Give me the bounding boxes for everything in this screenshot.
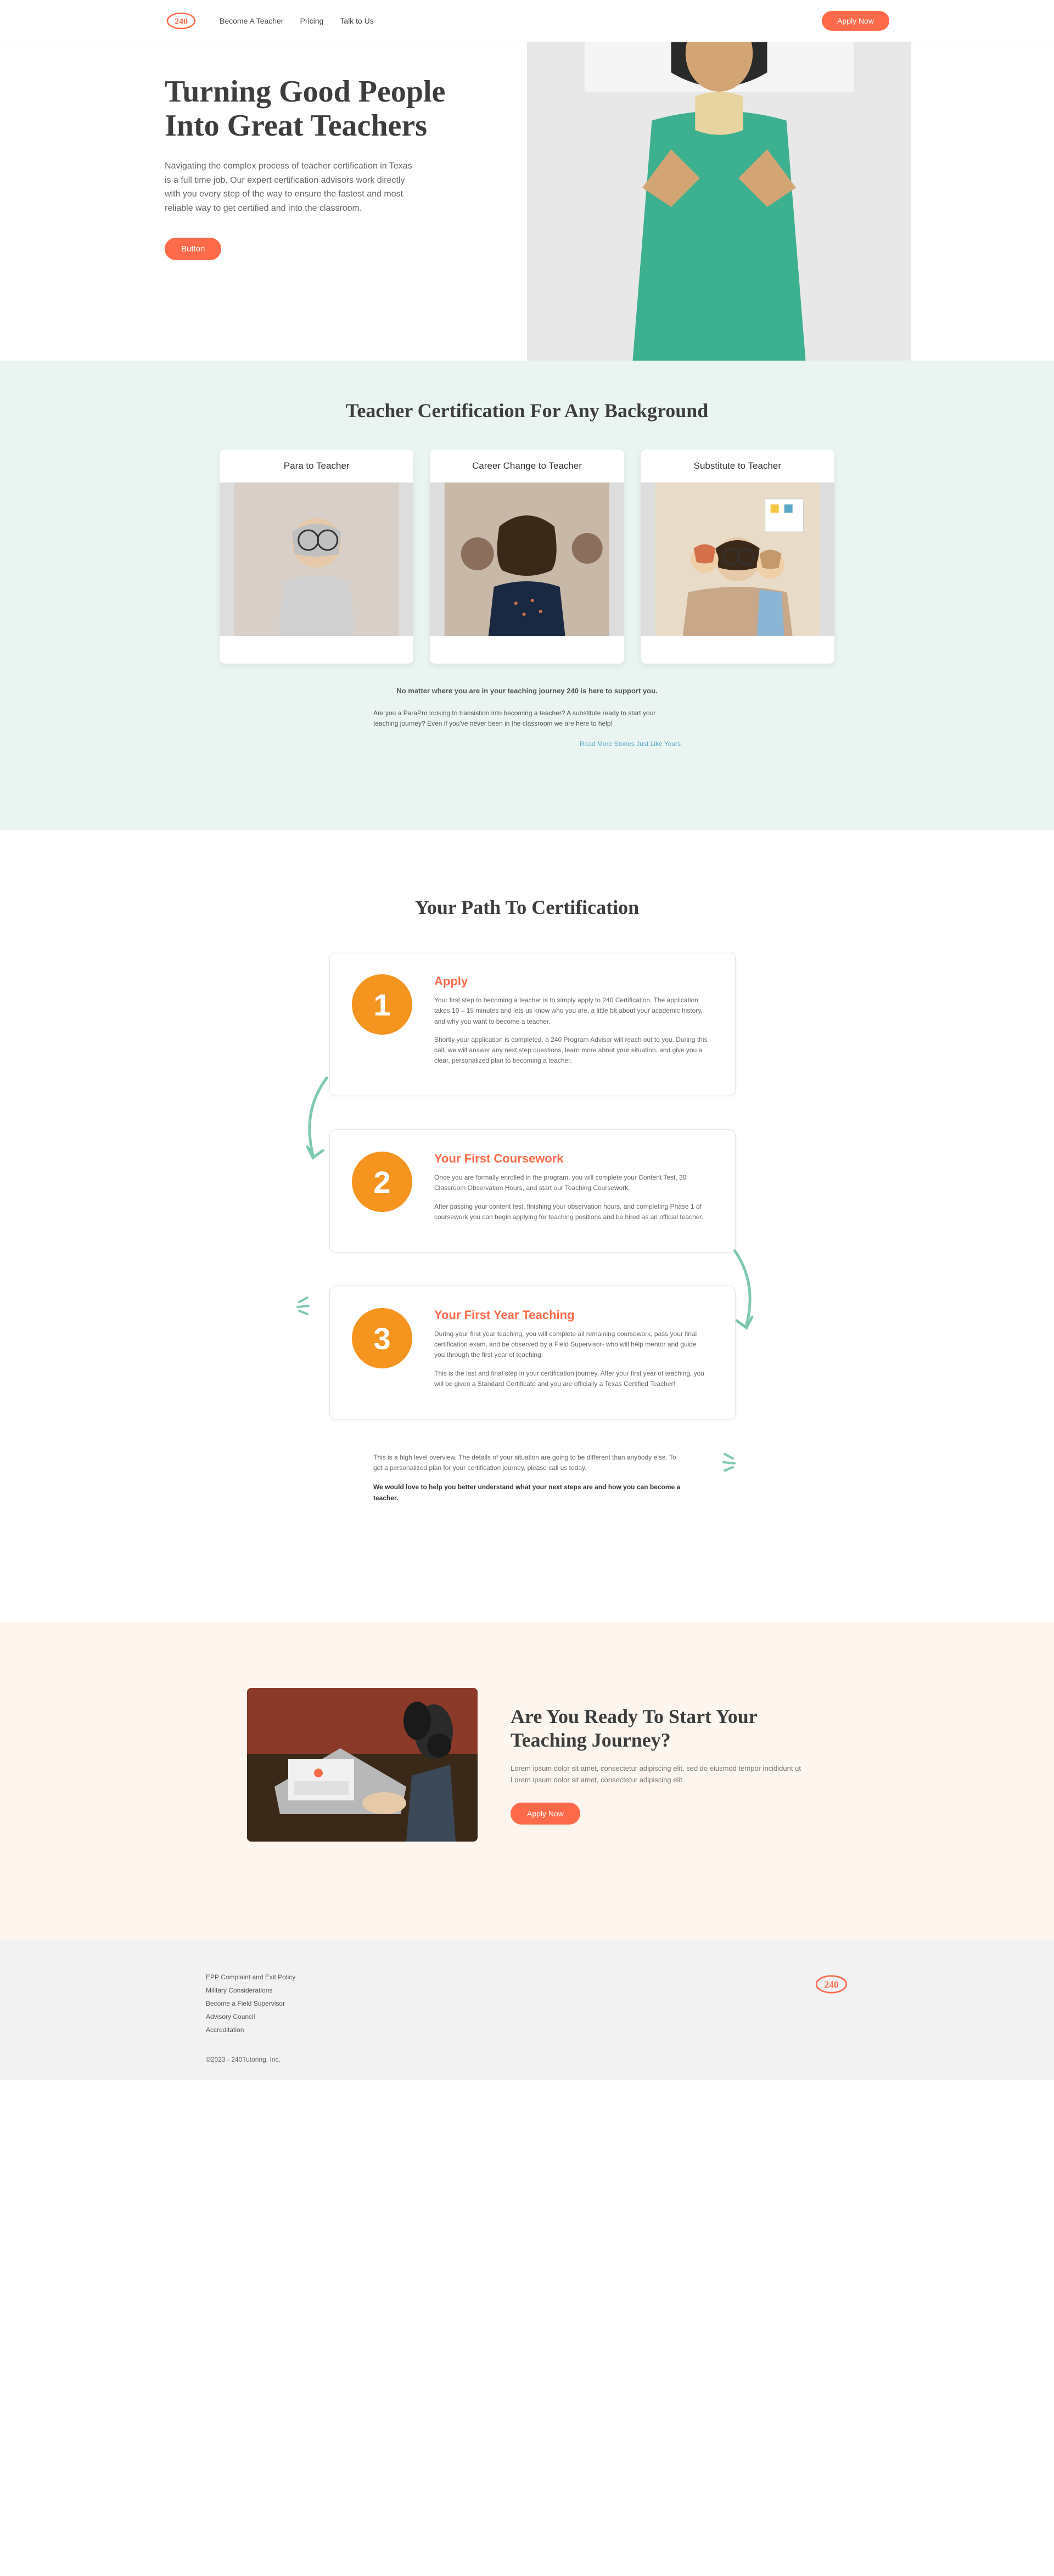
step-3-number: 3 [352, 1308, 412, 1368]
backgrounds-section: Teacher Certification For Any Background… [0, 361, 1054, 830]
step-3-p1: During your first year teaching, you wil… [434, 1329, 708, 1361]
copyright: ©2023 - 240Tutoring, Inc. [184, 2056, 870, 2063]
hero-button[interactable]: Button [165, 238, 221, 260]
step-1-title: Apply [434, 974, 708, 989]
step-3-p2: This is the last and final step in your … [434, 1368, 708, 1389]
step-2-p1: Once you are formally enrolled in the pr… [434, 1172, 708, 1193]
step-1-p2: Shortly your application is completed, a… [434, 1035, 708, 1067]
path-section: Your Path To Certification 1 Apply Your … [0, 830, 1054, 1578]
card-career[interactable]: Career Change to Teacher [430, 450, 624, 664]
step-1-p1: Your first step to becoming a teacher is… [434, 995, 708, 1027]
step-2-number: 2 [352, 1152, 412, 1212]
burst-decoration-2 [719, 1449, 747, 1476]
cta-apply-button[interactable]: Apply Now [511, 1803, 580, 1825]
card-para[interactable]: Para to Teacher [220, 450, 413, 664]
step-3: 3 Your First Year Teaching During your f… [329, 1286, 736, 1419]
hero-body: Navigating the complex process of teache… [165, 159, 417, 215]
path-title: Your Path To Certification [0, 896, 1054, 919]
main-nav: Become A Teacher Pricing Talk to Us [220, 16, 374, 25]
card-substitute-title: Substitute to Teacher [641, 450, 834, 482]
step-2-p2: After passing your content test, finishi… [434, 1202, 708, 1222]
backgrounds-link[interactable]: Read More Stories Just Like Yours [373, 740, 681, 748]
footer-link-supervisor[interactable]: Become a Field Supervisor [206, 2000, 295, 2007]
footer-link-advisory[interactable]: Advisory Council [206, 2013, 295, 2021]
footer-logo-240[interactable]: 240 [815, 1973, 848, 2034]
nav-pricing[interactable]: Pricing [300, 16, 323, 25]
card-career-title: Career Change to Teacher [430, 450, 624, 482]
cta-title: Are You Ready To Start Your Teaching Jou… [511, 1705, 807, 1752]
card-para-title: Para to Teacher [220, 450, 413, 482]
burst-decoration-1 [285, 1292, 313, 1320]
card-substitute-image [641, 482, 834, 636]
cta-section: Are You Ready To Start Your Teaching Jou… [0, 1622, 1054, 1940]
step-2: 2 Your First Coursework Once you are for… [329, 1129, 736, 1253]
backgrounds-bold: No matter where you are in your teaching… [373, 686, 681, 697]
logo-240[interactable]: 240 [165, 10, 198, 32]
step-2-title: Your First Coursework [434, 1152, 708, 1166]
nav-talk[interactable]: Talk to Us [340, 16, 373, 25]
apply-now-button[interactable]: Apply Now [822, 11, 889, 31]
step-1: 1 Apply Your first step to becoming a te… [329, 952, 736, 1096]
footer-link-epp[interactable]: EPP Complaint and Exit Policy [206, 1973, 295, 1981]
footer-link-accreditation[interactable]: Accreditation [206, 2026, 295, 2034]
footer-link-military[interactable]: Military Considerations [206, 1986, 295, 1994]
card-para-image [220, 482, 413, 636]
backgrounds-body: Are you a ParaPro looking to transistion… [373, 708, 681, 729]
backgrounds-title: Teacher Certification For Any Background [0, 399, 1054, 422]
page-footer: EPP Complaint and Exit Policy Military C… [0, 1940, 1054, 2080]
nav-become-teacher[interactable]: Become A Teacher [220, 16, 283, 25]
site-header: 240 Become A Teacher Pricing Talk to Us … [0, 0, 1054, 42]
svg-text:240: 240 [824, 1979, 838, 1990]
path-footer-2: We would love to help you better underst… [373, 1482, 681, 1503]
hero-title: Turning Good People Into Great Teachers [165, 75, 505, 143]
footer-links: EPP Complaint and Exit Policy Military C… [206, 1973, 295, 2034]
path-footer-1: This is a high level overview. The detai… [373, 1452, 681, 1473]
card-career-image [430, 482, 624, 636]
hero-section: Turning Good People Into Great Teachers … [143, 42, 911, 361]
hero-image [527, 42, 911, 361]
step-3-title: Your First Year Teaching [434, 1308, 708, 1322]
cta-body: Lorem ipsum dolor sit amet, consectetur … [511, 1763, 807, 1786]
card-substitute[interactable]: Substitute to Teacher [641, 450, 834, 664]
svg-text:240: 240 [175, 17, 188, 26]
cta-image [247, 1688, 478, 1842]
step-1-number: 1 [352, 974, 412, 1035]
